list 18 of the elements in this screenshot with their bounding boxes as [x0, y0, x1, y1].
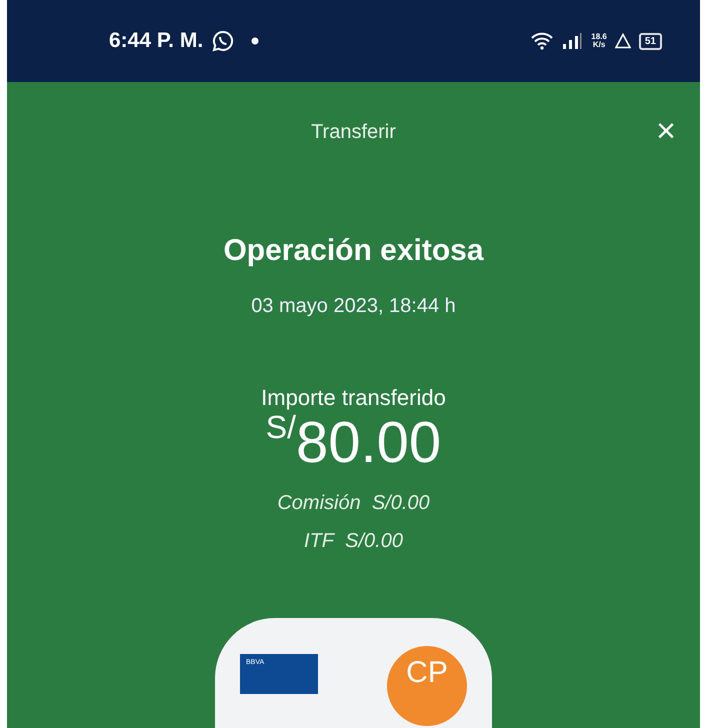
fee-line: Comisión S/0.00: [277, 491, 430, 516]
battery-level: 51: [638, 32, 662, 50]
screen-title: Transferir: [311, 120, 396, 145]
signal-icon: [561, 32, 584, 50]
status-time: 6:44 P. M.: [109, 28, 204, 54]
transferred-amount: $^{S/}$80.00: [266, 414, 442, 472]
fee-line: ITF S/0.00: [304, 529, 403, 554]
close-button[interactable]: ×: [652, 114, 680, 148]
wifi-icon: [531, 32, 554, 50]
warning-triangle-icon: [614, 33, 631, 49]
dot-icon: [251, 37, 260, 45]
recipient-avatar: CP: [387, 646, 467, 726]
chat-bubble-icon: [211, 29, 236, 53]
success-title: Operación exitosa: [222, 233, 485, 269]
amount-label: Importe transferido: [260, 384, 447, 412]
operation-date: 03 mayo 2023, 18:44 h: [250, 294, 457, 319]
network-speed-unit: K/s: [592, 41, 606, 49]
network-speed: 18.6: [591, 33, 607, 41]
